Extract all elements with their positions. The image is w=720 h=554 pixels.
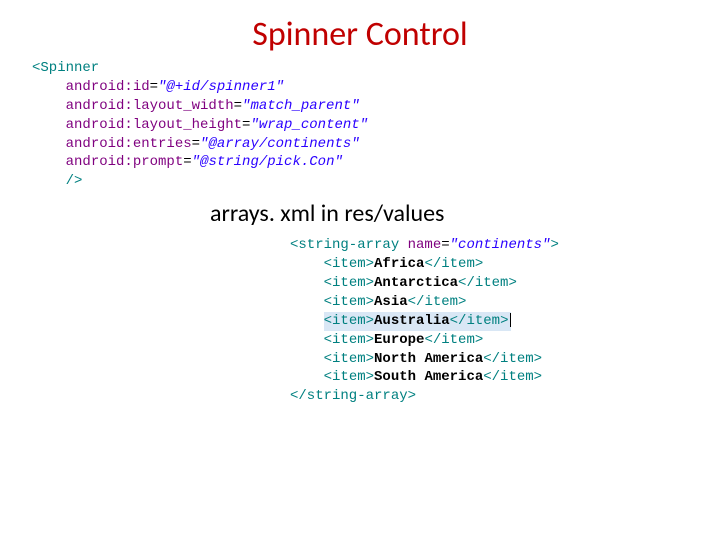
subtitle: arrays. xml in res/values [210, 199, 720, 228]
array-code-block: <string-array name="continents"> <item>A… [290, 236, 720, 406]
spinner-code-block: <Spinner android:id="@+id/spinner1" andr… [32, 59, 720, 191]
page-title: Spinner Control [0, 14, 720, 55]
